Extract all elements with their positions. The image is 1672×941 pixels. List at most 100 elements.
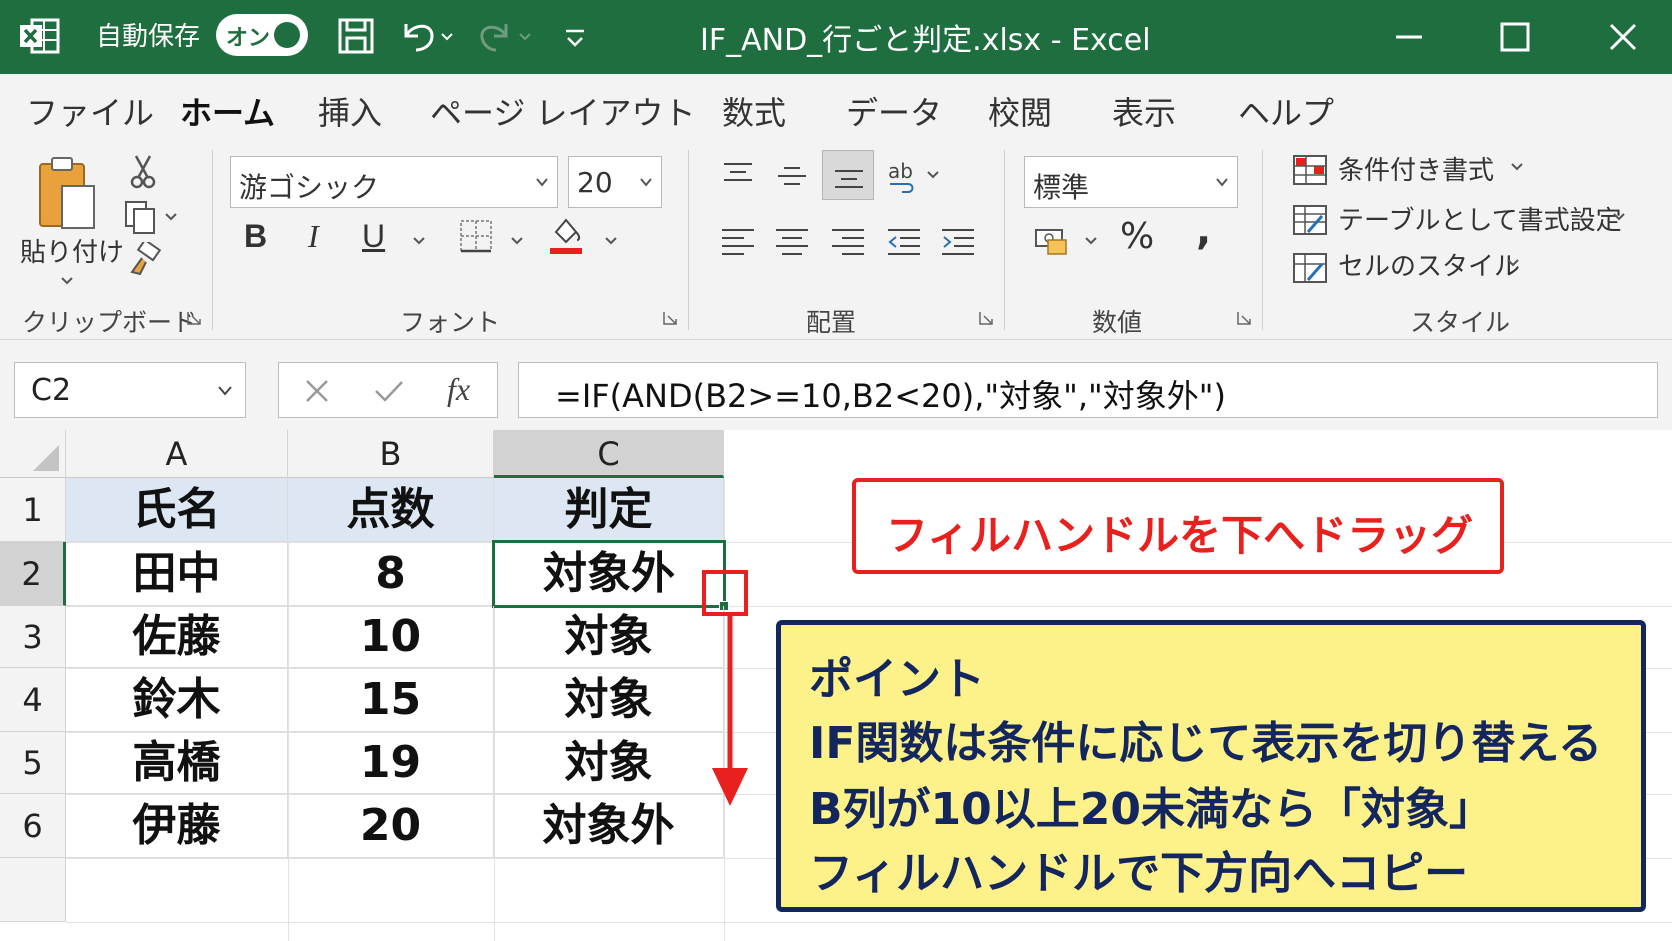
svg-text:ab: ab	[888, 159, 913, 183]
align-left-icon[interactable]	[718, 226, 758, 256]
paste-button[interactable]: 貼り付け	[20, 232, 124, 269]
row-header-5[interactable]: 5	[0, 732, 66, 794]
cell-b2[interactable]: 8	[288, 542, 494, 606]
align-center-icon[interactable]	[772, 226, 812, 256]
row-header-4[interactable]: 4	[0, 668, 66, 732]
copy-icon[interactable]	[124, 200, 180, 236]
tab-page-layout[interactable]: ページ レイアウト	[430, 88, 696, 134]
wrap-text-icon[interactable]: ab	[884, 156, 944, 196]
tab-home[interactable]: ホーム	[180, 88, 276, 144]
row-header-7[interactable]	[0, 858, 66, 922]
enter-check-icon[interactable]	[373, 377, 405, 405]
minimize-icon[interactable]	[1384, 12, 1434, 62]
decrease-indent-icon[interactable]	[884, 226, 924, 256]
font-size-select[interactable]: 20	[568, 156, 662, 208]
underline-button[interactable]: U	[362, 218, 385, 255]
dialog-launcher-icon[interactable]	[662, 310, 678, 326]
formula-text: =IF(AND(B2>=10,B2<20),"対象","対象外")	[555, 377, 1226, 415]
chevron-down-icon[interactable]	[412, 236, 426, 246]
undo-icon[interactable]	[398, 14, 456, 58]
column-header-b[interactable]: B	[288, 430, 494, 478]
cell-b1[interactable]: 点数	[288, 478, 494, 542]
paste-icon[interactable]	[34, 154, 100, 236]
conditional-formatting-button[interactable]: 条件付き書式	[1338, 150, 1494, 187]
format-as-table-button[interactable]: テーブルとして書式設定	[1338, 200, 1622, 237]
group-divider	[1262, 150, 1263, 330]
chevron-down-icon[interactable]	[1510, 162, 1524, 172]
cell-c6[interactable]: 対象外	[494, 794, 724, 858]
cell-b6[interactable]: 20	[288, 794, 494, 858]
dialog-launcher-icon[interactable]	[1236, 310, 1252, 326]
cell-a5[interactable]: 高橋	[66, 732, 288, 794]
tab-data[interactable]: データ	[846, 88, 942, 134]
cut-icon[interactable]	[128, 154, 158, 190]
tab-insert[interactable]: 挿入	[318, 88, 382, 134]
dialog-launcher-icon[interactable]	[978, 310, 994, 326]
cell-b3[interactable]: 10	[288, 606, 494, 668]
column-header-a[interactable]: A	[66, 430, 288, 478]
font-size-value: 20	[577, 166, 613, 199]
cell-a2[interactable]: 田中	[66, 542, 288, 606]
select-all-icon	[33, 445, 59, 471]
chevron-down-icon[interactable]	[1612, 212, 1626, 222]
accounting-format-icon[interactable]	[1034, 224, 1104, 260]
insert-function-button[interactable]: fx	[447, 371, 470, 408]
close-icon[interactable]	[1598, 12, 1648, 62]
format-painter-icon[interactable]	[126, 242, 162, 278]
align-top-icon[interactable]	[718, 160, 758, 190]
point-line-2: B列が10以上20未満なら「対象」	[809, 784, 1493, 835]
cell-a3[interactable]: 佐藤	[66, 606, 288, 668]
bold-button[interactable]: B	[244, 218, 267, 255]
row-header-3[interactable]: 3	[0, 606, 66, 668]
cell-styles-button[interactable]: セルのスタイル	[1338, 246, 1520, 283]
fill-handle-highlight	[702, 570, 748, 616]
format-as-table-icon[interactable]	[1292, 204, 1328, 236]
cell-c3[interactable]: 対象	[494, 606, 724, 668]
cell-c5[interactable]: 対象	[494, 732, 724, 794]
percent-style-button[interactable]: %	[1120, 216, 1154, 257]
conditional-formatting-icon[interactable]	[1292, 154, 1328, 186]
name-box[interactable]: C2	[14, 362, 246, 418]
tab-formulas[interactable]: 数式	[722, 88, 786, 134]
cell-c2-active[interactable]: 対象外	[492, 540, 726, 608]
tab-file[interactable]: ファイル	[26, 88, 154, 134]
select-all-button[interactable]	[0, 430, 66, 478]
chevron-down-icon[interactable]	[510, 236, 524, 246]
comma-style-button[interactable]: ,	[1196, 208, 1211, 254]
cell-b5[interactable]: 19	[288, 732, 494, 794]
maximize-icon[interactable]	[1490, 12, 1540, 62]
font-name-select[interactable]: 游ゴシック	[230, 156, 558, 208]
dialog-launcher-icon[interactable]	[186, 310, 202, 326]
customize-toolbar-icon[interactable]	[560, 14, 590, 58]
cell-styles-icon[interactable]	[1292, 252, 1328, 284]
row-header-2[interactable]: 2	[0, 542, 66, 606]
chevron-down-icon[interactable]	[604, 236, 618, 246]
autosave-toggle[interactable]: オン	[216, 14, 308, 56]
borders-icon[interactable]	[458, 218, 494, 254]
cell-a6[interactable]: 伊藤	[66, 794, 288, 858]
tab-view[interactable]: 表示	[1112, 88, 1176, 134]
row-header-1[interactable]: 1	[0, 478, 66, 542]
tab-help[interactable]: ヘルプ	[1238, 88, 1334, 134]
chevron-down-icon[interactable]	[60, 276, 74, 286]
fill-color-icon[interactable]	[548, 214, 584, 258]
align-middle-icon[interactable]	[772, 160, 812, 190]
cell-b4[interactable]: 15	[288, 668, 494, 732]
italic-button[interactable]: I	[308, 218, 319, 255]
tab-review[interactable]: 校閲	[988, 88, 1052, 134]
cancel-icon[interactable]	[303, 377, 331, 405]
column-header-c[interactable]: C	[494, 430, 724, 478]
increase-indent-icon[interactable]	[938, 226, 978, 256]
cell-a1[interactable]: 氏名	[66, 478, 288, 542]
align-bottom-button[interactable]	[822, 150, 874, 200]
cell-c4[interactable]: 対象	[494, 668, 724, 732]
redo-icon[interactable]	[476, 14, 534, 58]
number-format-select[interactable]: 標準	[1024, 156, 1238, 208]
cell-c1[interactable]: 判定	[494, 478, 724, 542]
formula-input[interactable]: =IF(AND(B2>=10,B2<20),"対象","対象外")	[518, 362, 1658, 418]
cell-a4[interactable]: 鈴木	[66, 668, 288, 732]
row-header-6[interactable]: 6	[0, 794, 66, 858]
chevron-down-icon[interactable]	[1506, 258, 1520, 268]
align-right-icon[interactable]	[828, 226, 868, 256]
save-icon[interactable]	[336, 14, 376, 58]
